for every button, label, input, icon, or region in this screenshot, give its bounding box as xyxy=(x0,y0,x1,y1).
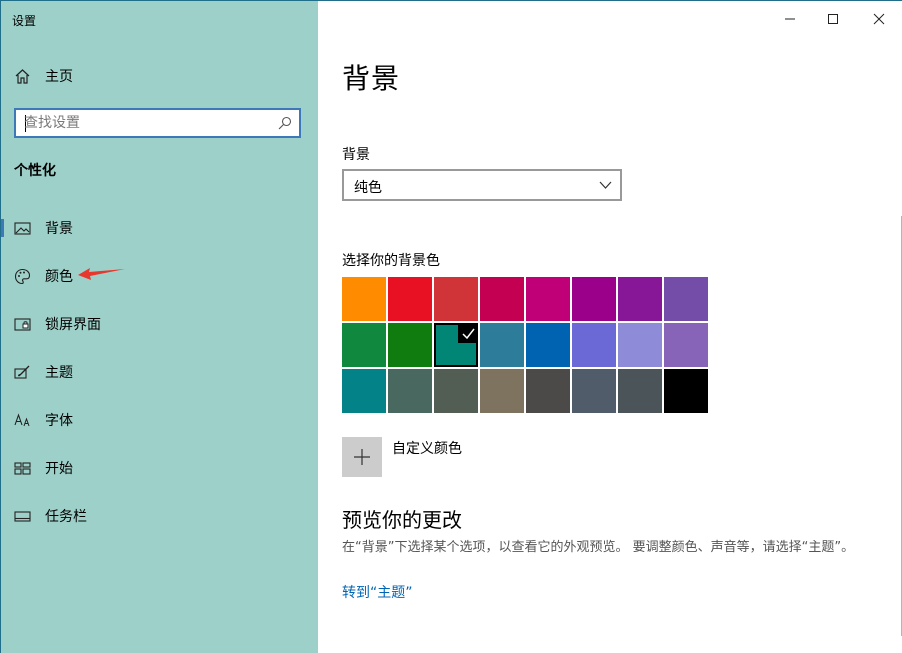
chevron-down-icon xyxy=(599,181,612,189)
sidebar: 设置 主页 个性化 背景 颜色 xyxy=(1,1,318,653)
color-swatch[interactable] xyxy=(480,323,524,367)
color-swatch[interactable] xyxy=(526,323,570,367)
search-box[interactable] xyxy=(14,108,301,138)
picture-icon xyxy=(14,220,31,237)
sidebar-item-lock-screen[interactable]: 锁屏界面 xyxy=(1,307,318,341)
search-icon[interactable] xyxy=(278,116,292,130)
main-panel: 背景 背景 纯色 选择你的背景色 自定义颜色 预览你的更改 在“背景”下选择某个… xyxy=(318,1,902,653)
background-label: 背景 xyxy=(342,147,370,163)
plus-icon xyxy=(354,449,370,465)
start-icon xyxy=(14,460,31,477)
sidebar-item-taskbar[interactable]: 任务栏 xyxy=(1,499,318,533)
background-type-dropdown[interactable]: 纯色 xyxy=(342,169,622,201)
custom-color-label[interactable]: 自定义颜色 xyxy=(392,438,462,458)
red-arrow-annotation xyxy=(78,268,125,280)
color-swatch[interactable] xyxy=(572,369,616,413)
lock-screen-icon xyxy=(14,316,31,333)
color-swatch[interactable] xyxy=(388,369,432,413)
home-label: 主页 xyxy=(45,69,73,85)
color-swatch[interactable] xyxy=(664,323,708,367)
search-input[interactable] xyxy=(24,114,274,132)
maximize-button[interactable] xyxy=(819,7,847,31)
color-swatch[interactable] xyxy=(526,369,570,413)
section-title: 个性化 xyxy=(14,163,56,179)
custom-color-button[interactable] xyxy=(342,437,382,477)
color-swatch[interactable] xyxy=(480,369,524,413)
sidebar-item-colors[interactable]: 颜色 xyxy=(1,259,318,293)
close-icon xyxy=(873,13,885,25)
home-nav-item[interactable]: 主页 xyxy=(14,67,73,85)
page-title: 背景 xyxy=(342,62,401,95)
color-swatch[interactable] xyxy=(388,323,432,367)
color-swatch[interactable] xyxy=(480,277,524,321)
dropdown-value: 纯色 xyxy=(354,180,382,196)
sidebar-item-label: 颜色 xyxy=(45,269,73,285)
color-swatch[interactable] xyxy=(572,277,616,321)
color-swatch[interactable] xyxy=(342,369,386,413)
close-button[interactable] xyxy=(865,7,893,31)
sidebar-item-label: 背景 xyxy=(45,221,73,237)
sidebar-item-start[interactable]: 开始 xyxy=(1,451,318,485)
sidebar-item-themes[interactable]: 主题 xyxy=(1,355,318,389)
color-swatch[interactable] xyxy=(664,369,708,413)
color-swatch[interactable] xyxy=(572,323,616,367)
color-swatch[interactable] xyxy=(618,369,662,413)
color-swatch[interactable] xyxy=(526,277,570,321)
goto-themes-link[interactable]: 转到“主题” xyxy=(342,582,413,602)
home-icon xyxy=(15,68,30,84)
checkmark-icon xyxy=(458,323,478,343)
minimize-button[interactable] xyxy=(776,7,804,31)
color-swatch[interactable] xyxy=(618,277,662,321)
color-swatch[interactable] xyxy=(664,277,708,321)
color-picker-label: 选择你的背景色 xyxy=(342,253,440,269)
color-swatch[interactable] xyxy=(388,277,432,321)
palette-icon xyxy=(14,268,31,285)
sidebar-item-label: 开始 xyxy=(45,461,73,477)
sidebar-item-label: 锁屏界面 xyxy=(45,317,101,333)
color-swatch-grid xyxy=(342,277,710,413)
color-swatch[interactable] xyxy=(342,277,386,321)
color-swatch[interactable] xyxy=(618,323,662,367)
app-title: 设置 xyxy=(12,14,37,28)
maximize-icon xyxy=(828,14,838,24)
minimize-icon xyxy=(785,18,795,20)
settings-window: 设置 主页 个性化 背景 颜色 xyxy=(0,0,902,653)
taskbar-icon xyxy=(14,508,31,525)
font-icon xyxy=(14,412,31,429)
sidebar-item-label: 字体 xyxy=(45,413,73,429)
sidebar-item-fonts[interactable]: 字体 xyxy=(1,403,318,437)
color-swatch[interactable] xyxy=(342,323,386,367)
preview-title: 预览你的更改 xyxy=(342,508,462,532)
preview-description: 在“背景”下选择某个选项，以查看它的外观预览。 要调整颜色、声音等，请选择“主题… xyxy=(342,540,855,555)
color-swatch-selected[interactable] xyxy=(434,323,478,367)
sidebar-item-background[interactable]: 背景 xyxy=(1,211,318,245)
color-swatch[interactable] xyxy=(434,369,478,413)
theme-icon xyxy=(14,364,31,381)
color-swatch[interactable] xyxy=(434,277,478,321)
sidebar-item-label: 任务栏 xyxy=(45,509,87,525)
sidebar-item-label: 主题 xyxy=(45,365,73,381)
